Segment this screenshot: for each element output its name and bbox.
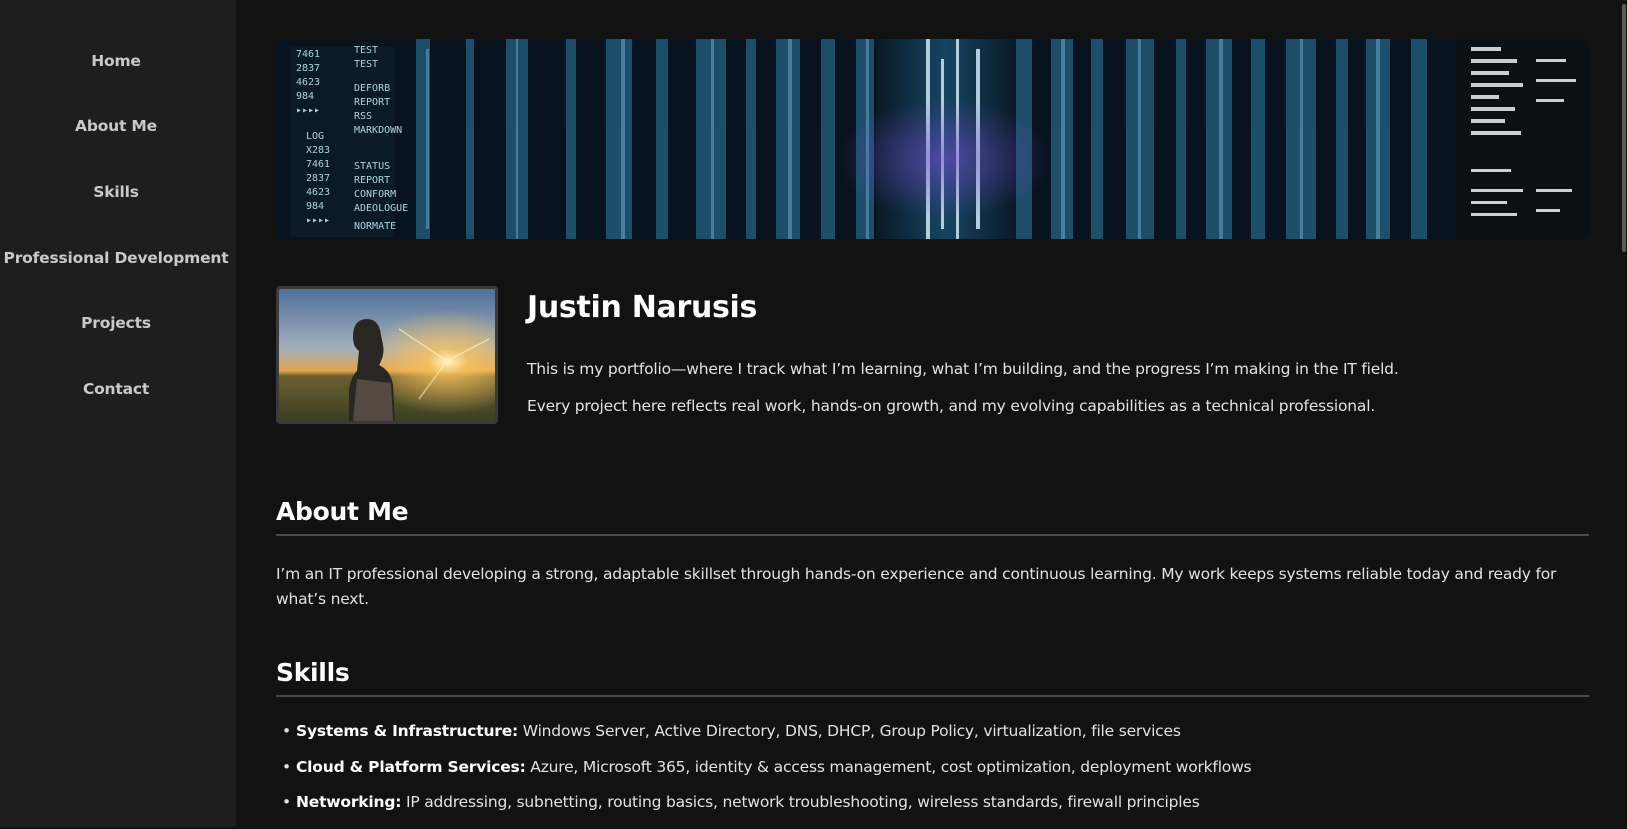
skill-category-text: Windows Server, Active Directory, DNS, D…: [518, 722, 1181, 740]
hero-name: Justin Narusis: [527, 290, 758, 325]
banner-mid-text-9: CONFORM: [354, 189, 396, 200]
nav-professional-development[interactable]: Professional Development: [0, 249, 232, 267]
banner-mid-text-7: STATUS: [354, 161, 390, 172]
about-text: I’m an IT professional developing a stro…: [276, 565, 1557, 608]
banner-left-text-12: ▸▸▸▸: [306, 215, 330, 226]
nav-contact[interactable]: Contact: [0, 380, 232, 398]
nav-about-me[interactable]: About Me: [0, 117, 232, 135]
banner-left-text-10: 4623: [306, 187, 330, 198]
banner-left-text-1: 7461: [296, 49, 320, 60]
hero-intro-line-2: Every project here reflects real work, h…: [527, 397, 1376, 415]
banner-left-text-3: 4623: [296, 77, 320, 88]
bullet-icon: •: [282, 793, 291, 811]
banner-mid-text-6: MARKDOWN: [354, 125, 402, 136]
banner-left-text-2: 2837: [296, 63, 320, 74]
nav-skills[interactable]: Skills: [0, 183, 232, 201]
bullet-icon: •: [282, 757, 291, 776]
skills-section-title: Skills: [276, 658, 1589, 697]
about-section-title: About Me: [276, 497, 1589, 536]
profile-photo-illustration: [279, 289, 495, 421]
scrollbar-thumb[interactable]: [1622, 4, 1626, 252]
banner-left-text-11: 984: [306, 201, 324, 212]
banner-left-text-6: LOG: [306, 131, 324, 142]
skill-category-label: Networking:: [296, 793, 402, 811]
sidebar-nav: Home About Me Skills Professional Develo…: [0, 0, 236, 827]
main-content: 7461 2837 4623 984 ▸▸▸▸ LOG X283 7461 28…: [276, 0, 1589, 827]
banner-mid-text-8: REPORT: [354, 175, 390, 186]
skill-category-text: IP addressing, subnetting, routing basic…: [401, 793, 1200, 811]
nav-projects[interactable]: Projects: [0, 314, 232, 332]
banner-left-text-4: 984: [296, 91, 314, 102]
skill-category-text: Azure, Microsoft 365, identity & access …: [525, 757, 1252, 776]
banner-mid-text-3: DEFORB: [354, 83, 390, 94]
banner-mid-text-1: TEST: [354, 45, 378, 56]
banner-left-text-5: ▸▸▸▸: [296, 105, 320, 116]
skills-list-item: • Networking: IP addressing, subnetting,…: [276, 793, 1589, 829]
banner-left-text-8: 7461: [306, 159, 330, 170]
page-scrollbar[interactable]: [1619, 0, 1627, 827]
bullet-icon: •: [282, 722, 291, 740]
nav-home[interactable]: Home: [0, 52, 232, 70]
skills-list-item: • Systems & Infrastructure: Windows Serv…: [276, 722, 1589, 758]
skill-category-label: Cloud & Platform Services:: [296, 757, 526, 776]
profile-photo: [276, 286, 498, 424]
banner-mid-text-4: REPORT: [354, 97, 390, 108]
skills-list: • Systems & Infrastructure: Windows Serv…: [276, 722, 1589, 829]
banner-mid-text-10: ADEOLOGUE: [354, 203, 408, 214]
banner-mid-text-11: NORMATE: [354, 221, 396, 232]
banner-mid-text-5: RSS: [354, 111, 372, 122]
skills-list-item: • Cloud & Platform Services: Azure, Micr…: [276, 758, 1589, 794]
skill-category-label: Systems & Infrastructure:: [296, 722, 519, 740]
banner-mid-text-2: TEST: [354, 59, 378, 70]
banner-left-text-7: X283: [306, 145, 330, 156]
header-banner-image: 7461 2837 4623 984 ▸▸▸▸ LOG X283 7461 28…: [276, 39, 1589, 239]
hero-intro-line-1: This is my portfolio—where I track what …: [527, 360, 1399, 378]
banner-left-text-9: 2837: [306, 173, 330, 184]
data-corridor-illustration: 7461 2837 4623 984 ▸▸▸▸ LOG X283 7461 28…: [276, 39, 1589, 239]
